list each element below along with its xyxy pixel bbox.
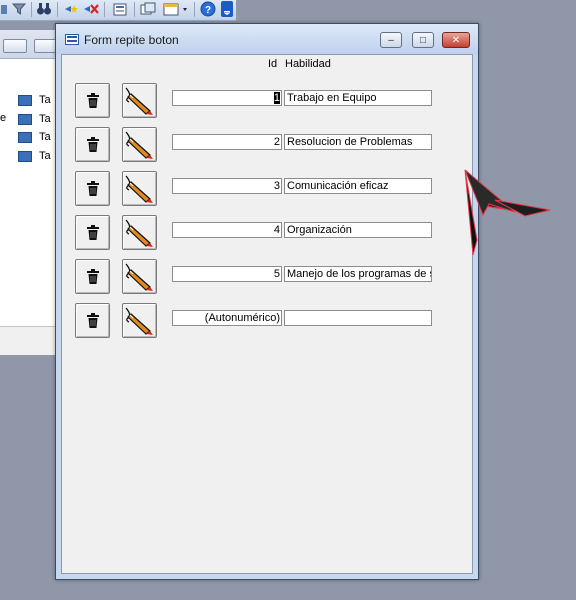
- edit-button[interactable]: [122, 259, 157, 294]
- form-body: Id Habilidad 1 Trabajo en Equipo 2 Resol…: [61, 54, 473, 574]
- delete-button[interactable]: [75, 171, 110, 206]
- form-window: Form repite boton – □ ✕ Id Habilidad 1 T…: [55, 23, 479, 580]
- filter-icon[interactable]: [10, 1, 28, 17]
- table-icon: [18, 94, 32, 106]
- close-icon: ✕: [451, 34, 461, 46]
- column-header-habilidad: Habilidad: [285, 58, 331, 70]
- pencil-edit-icon: [125, 87, 153, 115]
- id-field[interactable]: (Autonumérico): [172, 310, 282, 326]
- window-title: Form repite boton: [84, 33, 179, 47]
- nav-item-label: Ta: [39, 150, 51, 162]
- habilidad-field[interactable]: Organización: [284, 222, 432, 238]
- id-value: 1: [273, 92, 280, 104]
- habilidad-field[interactable]: Resolucion de Problemas: [284, 134, 432, 150]
- delete-button[interactable]: [75, 215, 110, 250]
- restore-icon: □: [419, 34, 427, 46]
- id-field[interactable]: 1: [172, 90, 282, 106]
- pencil-edit-icon: [125, 307, 153, 335]
- record-row: 1 Trabajo en Equipo: [62, 83, 472, 119]
- edit-button[interactable]: [122, 171, 157, 206]
- pencil-edit-icon: [125, 263, 153, 291]
- delete-record-icon[interactable]: [82, 1, 100, 17]
- delete-button[interactable]: [75, 259, 110, 294]
- nav-item-table[interactable]: Ta: [18, 149, 58, 163]
- new-record-row: (Autonumérico): [62, 303, 472, 339]
- properties-icon[interactable]: [110, 1, 130, 17]
- column-header-id: Id: [268, 58, 278, 70]
- nav-item-table[interactable]: Ta: [18, 112, 58, 126]
- trash-icon: [86, 180, 99, 196]
- pencil-edit-icon: [125, 131, 153, 159]
- habilidad-field[interactable]: Comunicación eficaz: [284, 178, 432, 194]
- id-field[interactable]: 2: [172, 134, 282, 150]
- delete-button[interactable]: [75, 83, 110, 118]
- pane-minimize-button[interactable]: [3, 39, 27, 53]
- minimize-button[interactable]: –: [380, 32, 402, 48]
- table-icon: [18, 131, 32, 143]
- window-icon[interactable]: [138, 1, 158, 17]
- trash-icon: [86, 224, 99, 240]
- id-field[interactable]: 5: [172, 266, 282, 282]
- new-object-dropdown-icon[interactable]: [162, 1, 190, 17]
- form-icon: [65, 34, 79, 45]
- cursor-arrow-icon: [455, 160, 565, 273]
- nav-item-label: Ta: [39, 113, 51, 125]
- edit-button[interactable]: [122, 303, 157, 338]
- table-icon: [18, 113, 32, 125]
- habilidad-field[interactable]: Manejo de los programas de sof: [284, 266, 432, 282]
- toolbar-overflow-icon[interactable]: [221, 1, 233, 17]
- id-field[interactable]: 4: [172, 222, 282, 238]
- navigation-pane: Ta Ta Ta Ta e: [0, 30, 59, 355]
- pencil-edit-icon: [125, 219, 153, 247]
- edit-button[interactable]: [122, 215, 157, 250]
- id-field[interactable]: 3: [172, 178, 282, 194]
- navigation-pane-footer: [0, 326, 58, 355]
- record-row: 4 Organización: [62, 215, 472, 251]
- nav-cut-label: e: [0, 112, 7, 124]
- nav-item-table[interactable]: Ta: [18, 130, 58, 144]
- toolbar-button-partial[interactable]: [0, 1, 8, 17]
- trash-icon: [86, 312, 99, 328]
- svg-text:?: ?: [205, 5, 211, 16]
- window-titlebar[interactable]: Form repite boton – □ ✕: [56, 24, 478, 54]
- minimize-icon: –: [388, 34, 394, 46]
- trash-icon: [86, 136, 99, 152]
- restore-button[interactable]: □: [412, 32, 434, 48]
- habilidad-field[interactable]: [284, 310, 432, 326]
- nav-item-label: Ta: [39, 94, 51, 106]
- table-icon: [18, 150, 32, 162]
- close-button[interactable]: ✕: [442, 32, 470, 48]
- edit-button[interactable]: [122, 83, 157, 118]
- navigation-pane-header: [0, 30, 58, 59]
- binoculars-find-icon[interactable]: [34, 1, 54, 17]
- edit-button[interactable]: [122, 127, 157, 162]
- record-row: 2 Resolucion de Problemas: [62, 127, 472, 163]
- habilidad-field[interactable]: Trabajo en Equipo: [284, 90, 432, 106]
- new-record-icon[interactable]: [62, 1, 80, 17]
- pencil-edit-icon: [125, 175, 153, 203]
- record-row: 3 Comunicación eficaz: [62, 171, 472, 207]
- toolbar-background: [236, 0, 576, 20]
- help-icon[interactable]: ?: [199, 1, 217, 17]
- trash-icon: [86, 92, 99, 108]
- host-toolbar: ?: [0, 0, 236, 21]
- delete-button[interactable]: [75, 127, 110, 162]
- trash-icon: [86, 268, 99, 284]
- delete-button[interactable]: [75, 303, 110, 338]
- nav-item-label: Ta: [39, 131, 51, 143]
- record-row: 5 Manejo de los programas de sof: [62, 259, 472, 295]
- nav-item-table[interactable]: Ta: [18, 93, 58, 107]
